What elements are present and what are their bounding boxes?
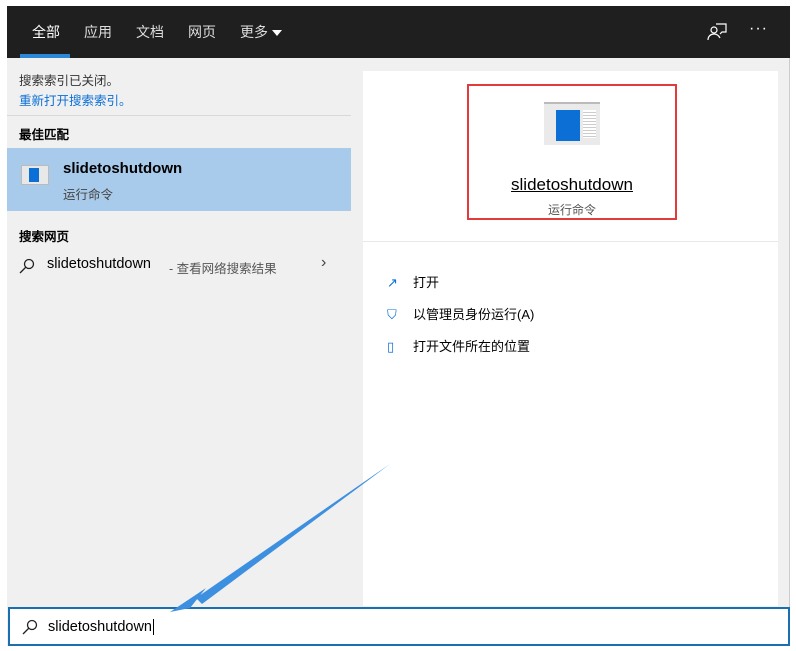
action-open-file-location[interactable]: ▯ 打开文件所在的位置 (387, 336, 530, 355)
divider (7, 115, 351, 116)
web-query: slidetoshutdown (47, 256, 151, 272)
open-icon: ↗ (387, 275, 398, 290)
more-options-icon[interactable]: ··· (749, 20, 768, 38)
shield-icon: ⛉ (387, 307, 397, 322)
web-heading: 搜索网页 (19, 230, 70, 244)
action-label: 打开文件所在的位置 (413, 339, 531, 354)
preview-subtitle: 运行命令 (547, 203, 596, 217)
chevron-down-icon (272, 30, 282, 37)
action-run-as-admin[interactable]: ⛉ 以管理员身份运行(A) (387, 304, 534, 323)
app-large-icon (544, 102, 600, 145)
search-icon (19, 258, 35, 274)
best-match-item[interactable]: slidetoshutdown 运行命令 (7, 148, 351, 211)
tab-more[interactable]: 更多 (240, 22, 282, 42)
divider (363, 241, 778, 242)
best-match-title: slidetoshutdown (63, 160, 183, 177)
chevron-right-icon: › (321, 254, 327, 271)
web-search-item[interactable]: slidetoshutdown - 查看网络搜索结果 › (7, 248, 351, 280)
search-icon (22, 619, 38, 635)
reopen-index-link[interactable]: 重新打开搜索索引。 (19, 90, 132, 109)
action-open[interactable]: ↗ 打开 (387, 272, 439, 291)
tab-documents[interactable]: 文档 (136, 22, 164, 42)
annotation-highlight-box: slidetoshutdown 运行命令 (467, 84, 677, 220)
app-icon (21, 165, 49, 185)
header-bar: 全部 应用 文档 网页 更多 ··· (7, 6, 790, 58)
feedback-icon[interactable] (707, 22, 727, 42)
results-panel: 搜索索引已关闭。 重新打开搜索索引。 最佳匹配 slidetoshutdown … (7, 58, 351, 606)
best-match-heading: 最佳匹配 (19, 128, 70, 142)
search-box[interactable]: slidetoshutdown (8, 607, 790, 646)
preview-title: slidetoshutdown (511, 175, 633, 194)
folder-icon: ▯ (387, 339, 395, 354)
index-notice: 搜索索引已关闭。 (19, 74, 120, 88)
tab-apps[interactable]: 应用 (84, 22, 112, 42)
tab-web[interactable]: 网页 (188, 22, 216, 42)
tab-all[interactable]: 全部 (32, 22, 60, 42)
action-label: 以管理员身份运行(A) (413, 307, 535, 322)
tab-more-label: 更多 (240, 24, 268, 40)
search-window: 全部 应用 文档 网页 更多 ··· 搜索索引已关闭。 重新打开搜索索引。 最佳… (7, 6, 790, 646)
action-label: 打开 (413, 275, 440, 290)
web-suffix: - 查看网络搜索结果 (169, 262, 277, 276)
search-input[interactable]: slidetoshutdown (48, 619, 154, 635)
preview-panel: slidetoshutdown 运行命令 ↗ 打开 ⛉ 以管理员身份运行(A) ▯ 打… (363, 71, 778, 606)
best-match-subtitle: 运行命令 (63, 188, 114, 202)
